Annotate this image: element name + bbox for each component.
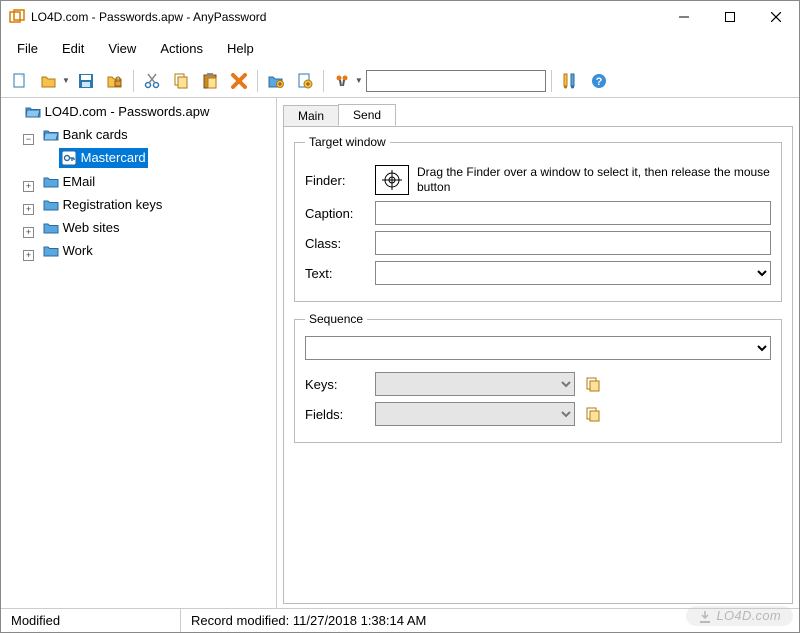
- menu-help[interactable]: Help: [217, 37, 264, 60]
- keys-label: Keys:: [305, 377, 367, 392]
- window-controls: [661, 2, 799, 32]
- expand-icon[interactable]: +: [23, 204, 34, 215]
- tab-main[interactable]: Main: [283, 105, 339, 126]
- delete-button[interactable]: [226, 68, 252, 94]
- statusbar: Modified Record modified: 11/27/2018 1:3…: [1, 608, 799, 632]
- detail-panel: Main Send Target window Finder: Drag the…: [277, 98, 799, 608]
- tab-send[interactable]: Send: [338, 104, 396, 126]
- tree-label: Work: [63, 241, 93, 261]
- sequence-select[interactable]: [305, 336, 771, 360]
- open-file-button[interactable]: [36, 68, 62, 94]
- tabs: Main Send: [283, 102, 793, 126]
- cut-button[interactable]: [139, 68, 165, 94]
- watermark: LO4D.com: [686, 606, 793, 626]
- app-icon: [9, 9, 25, 25]
- menu-actions[interactable]: Actions: [150, 37, 213, 60]
- fields-select[interactable]: [375, 402, 575, 426]
- folder-icon: [43, 175, 59, 189]
- target-window-legend: Target window: [305, 135, 390, 149]
- toolbar: ▼ ▼ ?: [1, 64, 799, 98]
- collapse-icon[interactable]: −: [23, 134, 34, 145]
- close-button[interactable]: [753, 2, 799, 32]
- sequence-group: Sequence Keys: Fields:: [294, 312, 782, 443]
- minimize-button[interactable]: [661, 2, 707, 32]
- folder-open-icon: [25, 105, 41, 119]
- crosshair-icon: [381, 169, 403, 191]
- text-select[interactable]: [375, 261, 771, 285]
- toolbar-separator: [257, 70, 258, 92]
- tree-item-work[interactable]: + Work: [23, 241, 274, 264]
- save-locked-button[interactable]: [102, 68, 128, 94]
- new-record-button[interactable]: [292, 68, 318, 94]
- folder-open-icon: [43, 128, 59, 142]
- tree-item-registration-keys[interactable]: + Registration keys: [23, 195, 274, 218]
- download-icon: [698, 610, 712, 624]
- tree-label: LO4D.com - Passwords.apw: [45, 102, 210, 122]
- toolbar-separator: [551, 70, 552, 92]
- class-label: Class:: [305, 236, 367, 251]
- sequence-legend: Sequence: [305, 312, 367, 326]
- menu-file[interactable]: File: [7, 37, 48, 60]
- target-window-group: Target window Finder: Drag the Finder ov…: [294, 135, 782, 302]
- menubar: File Edit View Actions Help: [1, 33, 799, 64]
- finder-hint: Drag the Finder over a window to select …: [417, 165, 771, 195]
- maximize-button[interactable]: [707, 2, 753, 32]
- help-button[interactable]: ?: [586, 68, 612, 94]
- find-dropdown-icon[interactable]: ▼: [355, 76, 363, 85]
- paste-button[interactable]: [197, 68, 223, 94]
- toolbar-separator: [323, 70, 324, 92]
- menu-edit[interactable]: Edit: [52, 37, 94, 60]
- titlebar: LO4D.com - Passwords.apw - AnyPassword: [1, 1, 799, 33]
- tree-item-mastercard[interactable]: Mastercard: [41, 148, 274, 172]
- open-dropdown-icon[interactable]: ▼: [62, 76, 70, 85]
- status-modified: Modified: [1, 609, 181, 632]
- text-label: Text:: [305, 266, 367, 281]
- tab-body-send: Target window Finder: Drag the Finder ov…: [283, 126, 793, 604]
- expand-icon[interactable]: +: [23, 250, 34, 261]
- class-input[interactable]: [375, 231, 771, 255]
- folder-icon: [43, 221, 59, 235]
- app-window: LO4D.com - Passwords.apw - AnyPassword F…: [0, 0, 800, 633]
- new-folder-button[interactable]: [263, 68, 289, 94]
- tree-item-web-sites[interactable]: + Web sites: [23, 218, 274, 241]
- tree-label: Registration keys: [63, 195, 163, 215]
- options-button[interactable]: [557, 68, 583, 94]
- window-title: LO4D.com - Passwords.apw - AnyPassword: [31, 10, 266, 24]
- toolbar-separator: [133, 70, 134, 92]
- finder-label: Finder:: [305, 173, 367, 188]
- folder-icon: [43, 198, 59, 212]
- finder-tool[interactable]: [375, 165, 409, 195]
- fields-copy-button[interactable]: [583, 404, 603, 424]
- tree-label: Bank cards: [63, 125, 128, 145]
- tree-label: Mastercard: [81, 148, 146, 168]
- expand-icon[interactable]: +: [23, 227, 34, 238]
- copy-button[interactable]: [168, 68, 194, 94]
- tree-label: EMail: [63, 172, 96, 192]
- menu-view[interactable]: View: [98, 37, 146, 60]
- expander-none: [41, 155, 52, 166]
- folder-tree[interactable]: LO4D.com - Passwords.apw − Bank cards: [1, 98, 277, 608]
- svg-text:?: ?: [595, 76, 602, 88]
- expander-none: [5, 108, 16, 119]
- save-button[interactable]: [73, 68, 99, 94]
- tree-item-bank-cards[interactable]: − Bank cards Mastercard: [23, 125, 274, 172]
- toolbar-search-input[interactable]: [366, 70, 546, 92]
- tree-root[interactable]: LO4D.com - Passwords.apw − Bank cards: [5, 102, 274, 264]
- keys-select[interactable]: [375, 372, 575, 396]
- expand-icon[interactable]: +: [23, 181, 34, 192]
- tree-label: Web sites: [63, 218, 120, 238]
- caption-label: Caption:: [305, 206, 367, 221]
- new-file-button[interactable]: [7, 68, 33, 94]
- tree-item-email[interactable]: + EMail: [23, 172, 274, 195]
- fields-label: Fields:: [305, 407, 367, 422]
- find-button[interactable]: [329, 68, 355, 94]
- key-icon: [61, 150, 77, 166]
- caption-input[interactable]: [375, 201, 771, 225]
- folder-icon: [43, 244, 59, 258]
- keys-copy-button[interactable]: [583, 374, 603, 394]
